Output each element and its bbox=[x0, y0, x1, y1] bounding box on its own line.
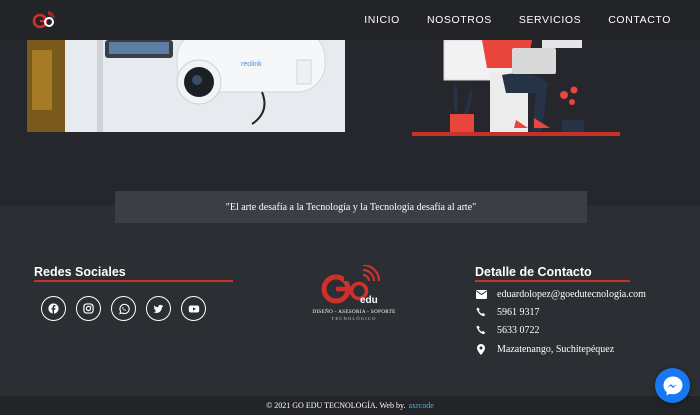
messenger-chat-button[interactable] bbox=[655, 368, 690, 403]
contact-title: Detalle de Contacto bbox=[475, 265, 592, 279]
social-title: Redes Sociales bbox=[34, 265, 126, 279]
credit-link[interactable]: axrcode bbox=[408, 401, 433, 410]
contact-email[interactable]: eduardolopez@goedutecnologia.com bbox=[497, 289, 646, 300]
nav-contacto[interactable]: CONTACTO bbox=[608, 14, 671, 26]
social-title-underline bbox=[34, 280, 233, 282]
logo-tagline: DISEÑO - ASESORIA - SOPORTE bbox=[312, 309, 396, 315]
go-edu-logo-mark bbox=[321, 263, 381, 304]
messenger-icon bbox=[663, 376, 682, 395]
social-icons bbox=[41, 296, 206, 321]
facebook-icon[interactable] bbox=[41, 296, 66, 321]
contact-email-row: eduardolopez@goedutecnologia.com bbox=[475, 288, 646, 300]
person-laptop-illustration bbox=[412, 40, 620, 136]
envelope-icon bbox=[475, 288, 487, 300]
contact-phone-1[interactable]: 5961 9317 bbox=[497, 307, 540, 318]
phone-icon bbox=[475, 306, 487, 318]
contact-phone1-row: 5961 9317 bbox=[475, 306, 540, 318]
map-marker-icon bbox=[475, 343, 487, 355]
youtube-icon[interactable] bbox=[181, 296, 206, 321]
footer-logo[interactable]: edu DISEÑO - ASESORIA - SOPORTE TECNOLÓG… bbox=[306, 263, 402, 325]
navbar: INICIO NOSOTROS SERVICIOS CONTACTO bbox=[0, 0, 700, 40]
nav-servicios[interactable]: SERVICIOS bbox=[519, 14, 581, 26]
copyright-bar: © 2021 GO EDU TECNOLOGÍA. Web by. axrcod… bbox=[0, 396, 700, 415]
nav-inicio[interactable]: INICIO bbox=[364, 14, 400, 26]
phone-icon bbox=[475, 324, 487, 336]
contact-phone2-row: 5633 0722 bbox=[475, 324, 540, 336]
instagram-icon[interactable] bbox=[76, 296, 101, 321]
quote-text: "El arte desafía a la Tecnología y la Te… bbox=[225, 201, 477, 213]
svg-text:reolink: reolink bbox=[241, 61, 262, 68]
nav-nosotros[interactable]: NOSOTROS bbox=[427, 14, 492, 26]
contact-phone-2[interactable]: 5633 0722 bbox=[497, 325, 540, 336]
quote-banner: "El arte desafía a la Tecnología y la Te… bbox=[115, 191, 587, 223]
nav-menu: INICIO NOSOTROS SERVICIOS CONTACTO bbox=[364, 14, 671, 26]
twitter-icon[interactable] bbox=[146, 296, 171, 321]
security-camera-image: reolink bbox=[27, 40, 345, 132]
logo-brand-text: edu bbox=[360, 295, 378, 306]
contact-address-row: Mazatenango, Suchitepéquez bbox=[475, 343, 614, 355]
copyright-text: © 2021 GO EDU TECNOLOGÍA. Web by. bbox=[266, 401, 406, 410]
go-edu-logo[interactable] bbox=[32, 11, 56, 29]
contact-title-underline bbox=[475, 280, 630, 282]
logo-subtagline: TECNOLÓGICO bbox=[331, 316, 377, 321]
contact-address: Mazatenango, Suchitepéquez bbox=[497, 343, 615, 355]
whatsapp-icon[interactable] bbox=[111, 296, 136, 321]
